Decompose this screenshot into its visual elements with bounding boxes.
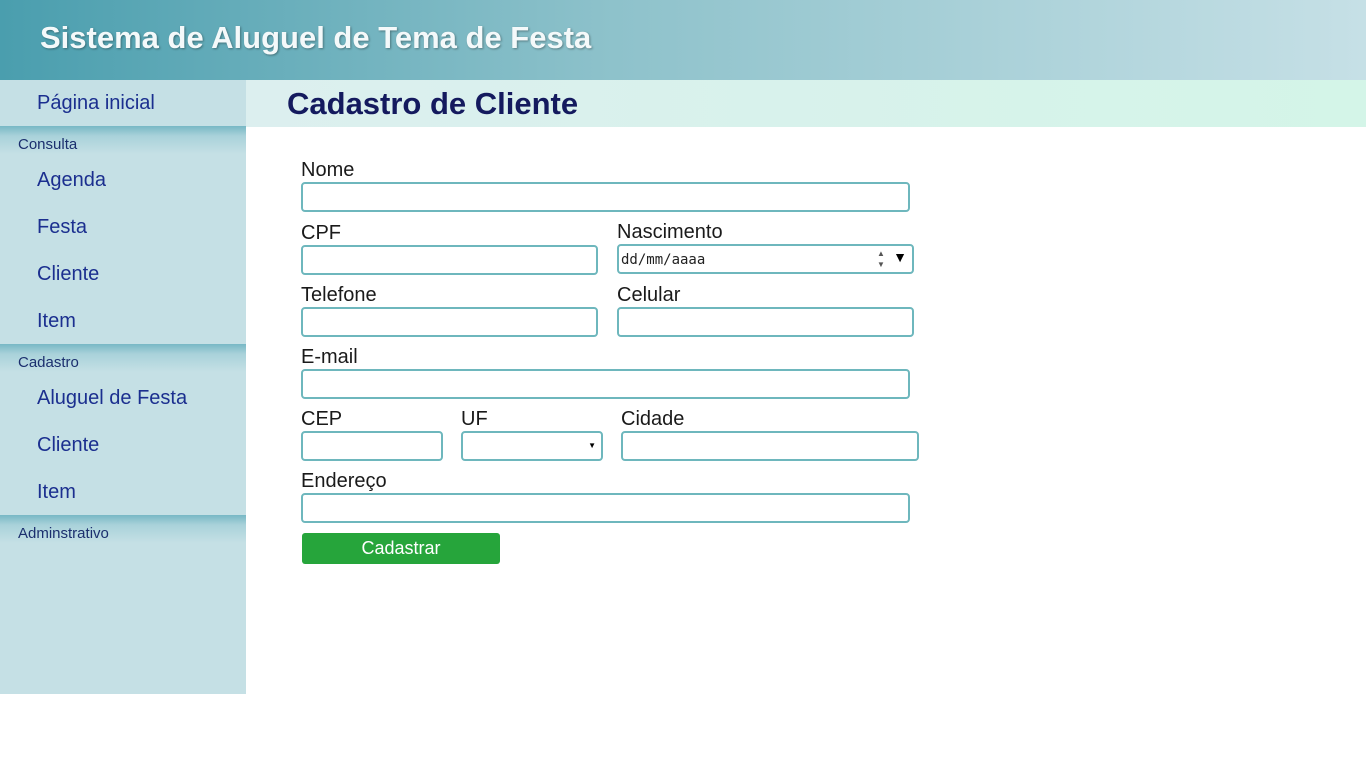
sidebar-section-label: Cadastro [18, 354, 79, 371]
celular-field[interactable] [617, 307, 914, 337]
sidebar-item-cadastro-item[interactable]: Item [37, 481, 76, 504]
cpf-field[interactable] [301, 245, 598, 275]
cpf-label: CPF [301, 222, 341, 244]
uf-select[interactable]: ▼ [461, 431, 603, 461]
nascimento-label: Nascimento [617, 221, 723, 243]
email-field[interactable] [301, 369, 910, 399]
calendar-dropdown-icon[interactable]: ▼ [893, 249, 907, 265]
celular-label: Celular [617, 284, 681, 306]
app-header: Sistema de Aluguel de Tema de Festa [0, 0, 1366, 80]
sidebar-section-cadastro: Cadastro [0, 344, 246, 372]
sidebar-item-agenda[interactable]: Agenda [37, 169, 106, 192]
sidebar-item-consulta-item[interactable]: Item [37, 310, 76, 333]
nome-field[interactable] [301, 182, 910, 212]
chevron-down-icon: ▼ [588, 441, 596, 450]
sidebar: Página inicial Consulta Agenda Festa Cli… [0, 80, 246, 694]
sidebar-section-consulta: Consulta [0, 126, 246, 154]
telefone-label: Telefone [301, 284, 377, 306]
cadastrar-button[interactable]: Cadastrar [302, 533, 500, 564]
sidebar-item-home[interactable]: Página inicial [37, 92, 155, 115]
nome-label: Nome [301, 159, 355, 181]
date-placeholder: dd/mm/aaaa [621, 252, 706, 268]
sidebar-section-label: Consulta [18, 136, 78, 153]
date-spinner-icon[interactable]: ▲ ▼ [874, 248, 888, 270]
page-title: Cadastro de Cliente [287, 86, 579, 121]
sidebar-item-consulta-cliente[interactable]: Cliente [37, 263, 99, 286]
endereco-label: Endereço [301, 470, 387, 492]
sidebar-section-administrativo[interactable]: Adminstrativo [0, 515, 246, 543]
nascimento-date-field[interactable]: dd/mm/aaaa ▲ ▼ ▼ [617, 244, 914, 274]
sidebar-item-aluguel-de-festa[interactable]: Aluguel de Festa [37, 387, 187, 410]
cidade-label: Cidade [621, 408, 685, 430]
endereco-field[interactable] [301, 493, 910, 523]
uf-label: UF [461, 408, 488, 430]
telefone-field[interactable] [301, 307, 598, 337]
sidebar-item-cadastro-cliente[interactable]: Cliente [37, 434, 99, 457]
app-title: Sistema de Aluguel de Tema de Festa [40, 20, 592, 55]
page-header: Cadastro de Cliente [246, 80, 1366, 127]
sidebar-section-label: Adminstrativo [18, 525, 109, 542]
cep-label: CEP [301, 408, 343, 430]
cidade-field[interactable] [621, 431, 919, 461]
cep-field[interactable] [301, 431, 443, 461]
sidebar-item-festa[interactable]: Festa [37, 216, 87, 239]
email-label: E-mail [301, 346, 358, 368]
